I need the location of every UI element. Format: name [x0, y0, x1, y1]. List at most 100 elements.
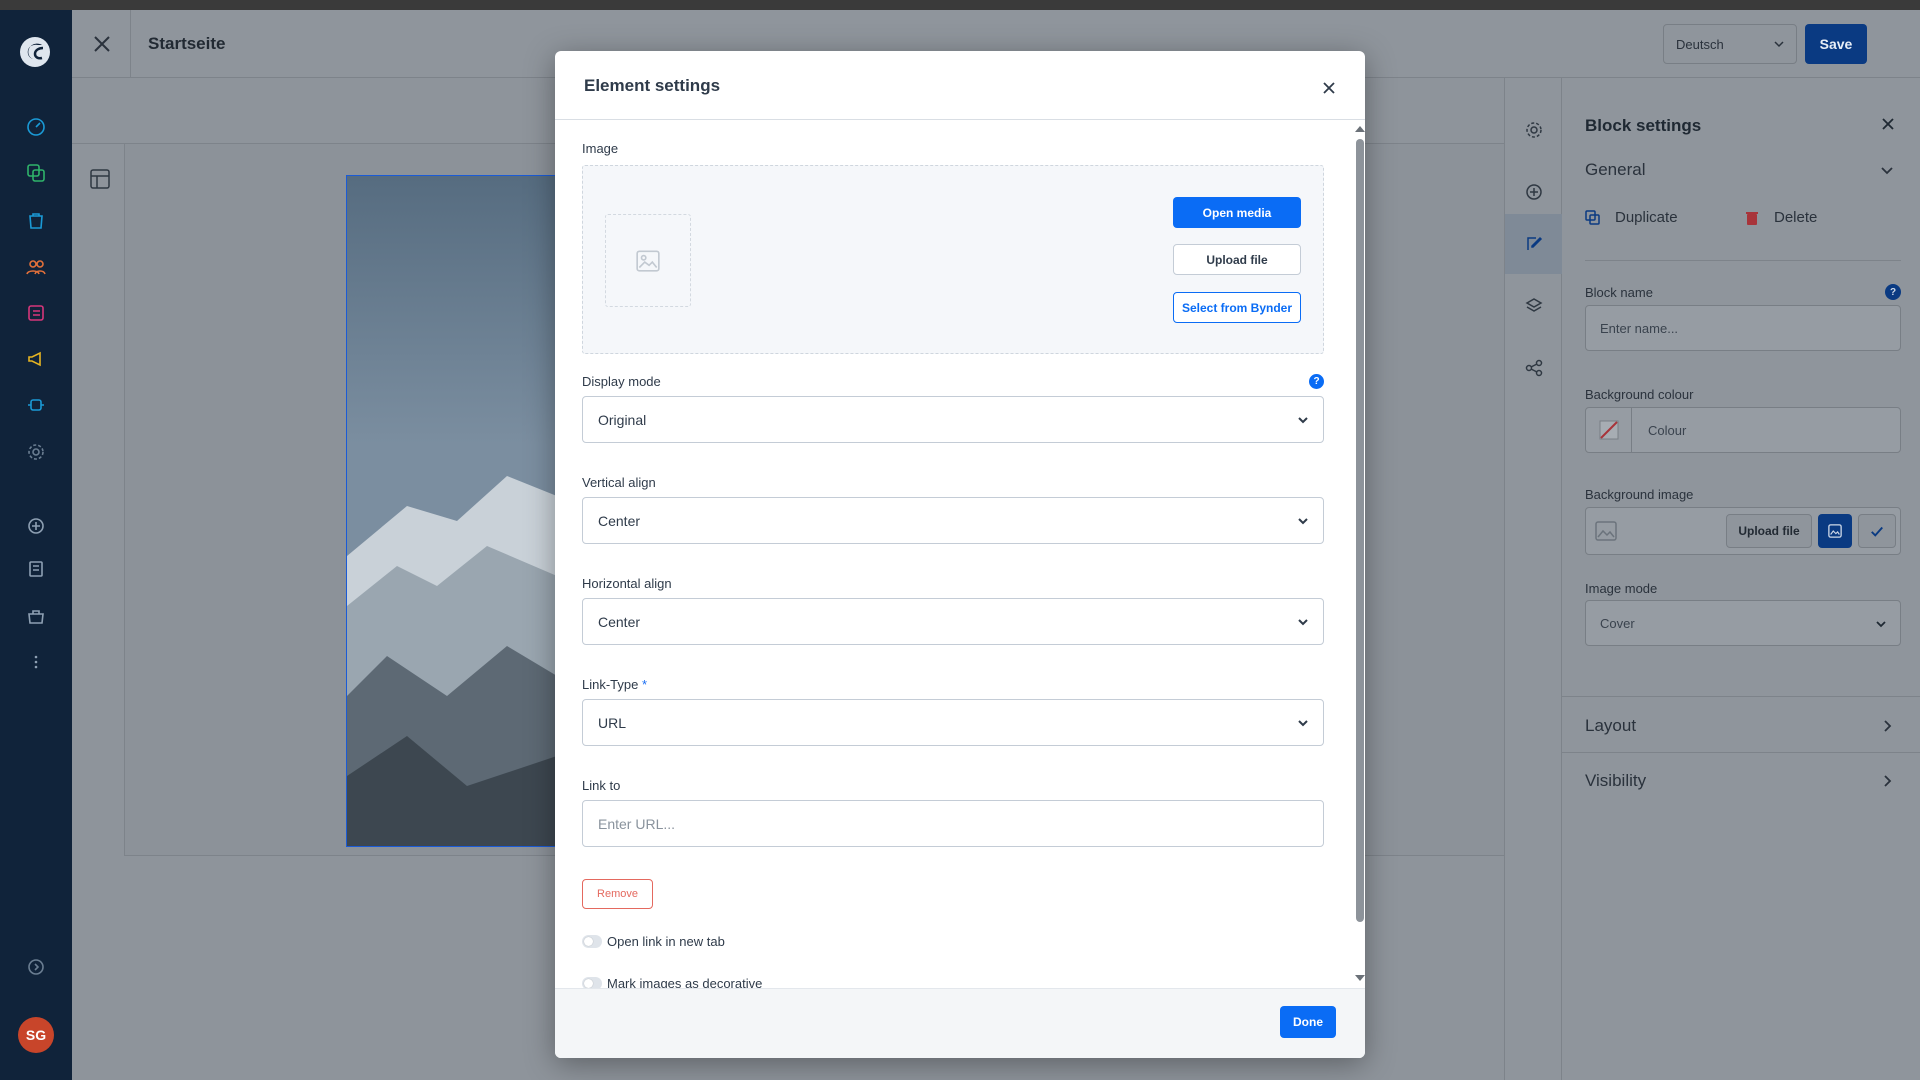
bynder-icon	[1871, 526, 1883, 537]
image-mode-label: Image mode	[1585, 581, 1658, 596]
open-media-button[interactable]: Open media	[1173, 197, 1301, 228]
bynder-button[interactable]	[1858, 514, 1896, 548]
open-new-tab-toggle[interactable]	[582, 935, 602, 948]
customers-icon[interactable]	[24, 255, 48, 279]
sidebar-tools	[1504, 78, 1563, 1080]
extensions-icon[interactable]	[24, 393, 48, 417]
open-new-tab-toggle-row[interactable]: Open link in new tab	[582, 934, 725, 949]
media-icon	[1828, 524, 1842, 538]
layout-section-label[interactable]: Layout	[1585, 716, 1636, 736]
user-avatar[interactable]: SG	[18, 1017, 54, 1053]
mountain-image[interactable]	[346, 175, 556, 847]
horizontal-align-select[interactable]: Center	[582, 598, 1324, 645]
general-section-label[interactable]: General	[1585, 160, 1645, 180]
display-mode-select[interactable]: Original	[582, 396, 1324, 443]
image-upload-area[interactable]: Open media Upload file Select from Bynde…	[582, 165, 1324, 354]
link-type-value: URL	[598, 715, 627, 731]
mark-decorative-toggle[interactable]	[582, 977, 602, 988]
block-name-input[interactable]: Enter name...	[1585, 305, 1901, 351]
close-editor-icon[interactable]	[90, 32, 114, 56]
add-block-icon[interactable]	[1505, 162, 1563, 222]
chevron-right-icon[interactable]	[1880, 719, 1894, 733]
open-media-button[interactable]	[1818, 514, 1852, 548]
horizontal-align-label: Horizontal align	[582, 576, 672, 591]
settings-icon[interactable]	[24, 440, 48, 464]
trash-icon	[1746, 211, 1758, 225]
bg-colour-placeholder: Colour	[1648, 423, 1687, 438]
modal-scrollbar-thumb[interactable]	[1356, 139, 1364, 922]
divider	[1585, 260, 1901, 261]
layout-icon[interactable]	[89, 168, 111, 190]
header-divider	[130, 10, 131, 78]
duplicate-button[interactable]: Duplicate	[1585, 209, 1678, 226]
language-select-value: Deutsch	[1676, 37, 1724, 52]
delete-button[interactable]: Delete	[1744, 209, 1817, 226]
element-settings-modal: Element settings Image Open media Upload…	[555, 51, 1365, 1058]
delete-label: Delete	[1774, 209, 1818, 226]
sales-channel-icon[interactable]	[24, 557, 48, 581]
vertical-align-value: Center	[598, 513, 641, 529]
vertical-align-select[interactable]: Center	[582, 497, 1324, 544]
select-from-bynder-button[interactable]: Select from Bynder	[1173, 292, 1301, 323]
scroll-up-icon[interactable]	[1355, 126, 1365, 132]
chevron-down-icon[interactable]	[1880, 163, 1894, 177]
shopware-logo-icon[interactable]	[18, 35, 52, 69]
image-label: Image	[582, 141, 619, 156]
image-placeholder-icon	[636, 249, 660, 272]
help-icon[interactable]: ?	[1309, 374, 1324, 389]
duplicate-label: Duplicate	[1615, 209, 1678, 226]
add-icon[interactable]	[24, 514, 48, 538]
chevron-down-icon	[1876, 621, 1886, 628]
help-icon[interactable]	[24, 955, 48, 979]
link-type-select[interactable]: URL	[582, 699, 1324, 746]
divider	[1562, 696, 1920, 697]
modal-header: Element settings	[555, 51, 1365, 120]
bg-image-field: Upload file	[1585, 507, 1901, 555]
window-top-strip	[0, 0, 1920, 10]
scroll-down-icon[interactable]	[1355, 975, 1365, 981]
remove-button[interactable]: Remove	[582, 879, 653, 909]
colour-swatch[interactable]	[1586, 408, 1632, 452]
display-mode-value: Original	[598, 412, 647, 428]
modal-body: Image Open media Upload file Select from…	[555, 120, 1365, 988]
divider	[1562, 752, 1920, 753]
mark-decorative-toggle-row[interactable]: Mark images as decorative	[582, 976, 762, 988]
image-placeholder-icon	[1595, 521, 1617, 541]
content-icon[interactable]	[24, 301, 48, 325]
chevron-right-icon[interactable]	[1880, 774, 1894, 788]
upload-file-button[interactable]: Upload file	[1173, 244, 1301, 275]
shop-icon[interactable]	[24, 604, 48, 628]
modal-title: Element settings	[584, 76, 721, 95]
save-button[interactable]: Save	[1805, 24, 1867, 64]
language-select[interactable]: Deutsch	[1663, 24, 1797, 64]
done-button[interactable]: Done	[1280, 1006, 1336, 1038]
catalogue-icon[interactable]	[24, 161, 48, 185]
visibility-section-label[interactable]: Visibility	[1585, 771, 1646, 791]
more-icon[interactable]	[24, 650, 48, 674]
block-settings-title: Block settings	[1585, 116, 1702, 135]
layers-icon[interactable]	[1505, 276, 1563, 336]
bg-upload-file-button[interactable]: Upload file	[1726, 514, 1812, 548]
close-icon[interactable]	[1880, 116, 1896, 132]
link-to-input[interactable]: Enter URL...	[582, 800, 1324, 847]
chevron-down-icon	[1298, 417, 1308, 424]
page-settings-icon[interactable]	[1505, 100, 1563, 160]
close-icon[interactable]	[1320, 79, 1338, 97]
share-icon[interactable]	[1505, 338, 1563, 398]
chevron-down-icon	[1774, 41, 1784, 48]
link-to-label: Link to	[582, 778, 621, 793]
orders-icon[interactable]	[24, 208, 48, 232]
image-mode-select[interactable]: Cover	[1585, 600, 1901, 646]
open-new-tab-label: Open link in new tab	[607, 934, 725, 949]
marketing-icon[interactable]	[24, 347, 48, 371]
mark-decorative-label: Mark images as decorative	[607, 976, 763, 988]
block-name-label: Block name	[1585, 285, 1653, 300]
no-colour-icon	[1599, 420, 1618, 440]
chevron-down-icon	[1298, 720, 1308, 727]
edit-block-icon[interactable]	[1505, 214, 1563, 274]
help-icon[interactable]: ?	[1885, 284, 1901, 300]
bg-colour-input[interactable]: Colour	[1585, 407, 1901, 453]
dashboard-icon[interactable]	[24, 115, 48, 139]
image-mode-value: Cover	[1600, 616, 1635, 631]
vertical-align-label: Vertical align	[582, 475, 656, 490]
